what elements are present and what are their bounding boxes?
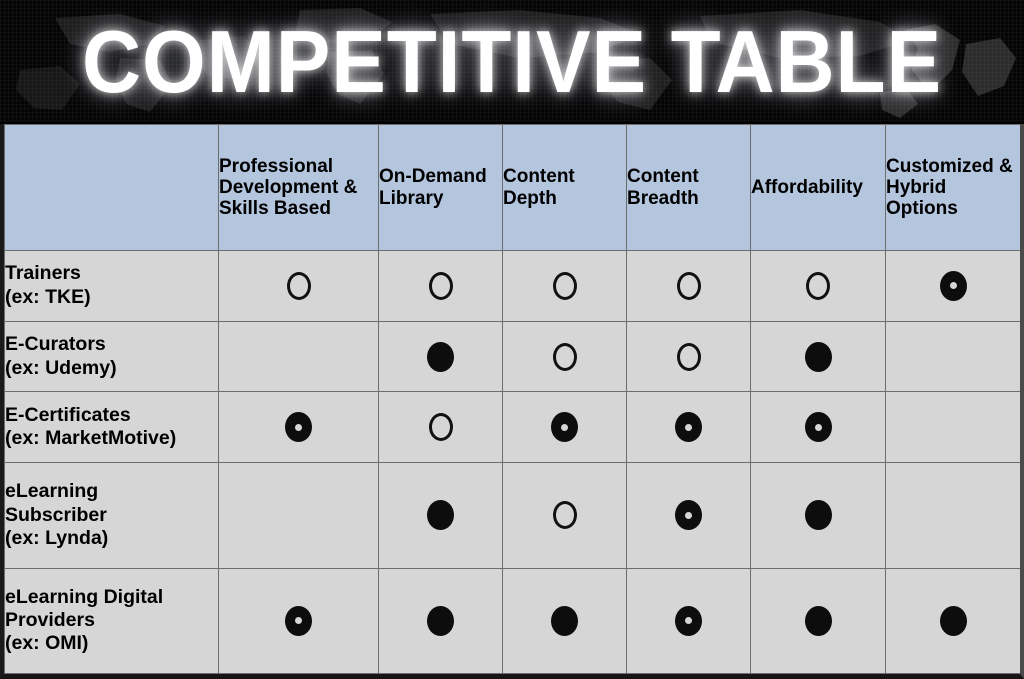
- cell-e-curators-content-breadth: [626, 320, 751, 393]
- cell-e-certificates-content-breadth: [626, 391, 751, 464]
- marker-hollow-circle-icon: [428, 271, 453, 300]
- marker-hollow-circle-icon: [552, 342, 577, 371]
- cell-trainers-content-breadth: [626, 250, 751, 322]
- cell-e-curators-on-demand-library: [378, 320, 503, 393]
- cell-e-certificates-content-depth: [502, 391, 627, 464]
- row-label-e-curators: E-Curators (ex: Udemy): [4, 320, 219, 393]
- marker-hollow-circle-icon: [806, 271, 830, 300]
- column-header-affordability: Affordability: [750, 124, 886, 251]
- marker-bullseye-circle-icon: [804, 412, 832, 443]
- marker-filled-circle-icon: [551, 605, 578, 636]
- header-corner-cell: [4, 124, 219, 251]
- marker-hollow-circle-icon: [552, 501, 577, 530]
- marker-filled-circle-icon: [939, 605, 967, 636]
- cell-trainers-affordability: [750, 250, 886, 322]
- cell-e-certificates-professional-development: [218, 391, 379, 464]
- marker-bullseye-circle-icon: [675, 605, 702, 636]
- marker-bullseye-circle-icon: [551, 412, 578, 443]
- column-header-customized-hybrid-options: Customized & Hybrid Options: [885, 124, 1020, 251]
- competitive-table-container: Professional Development & Skills Based …: [0, 124, 1024, 679]
- marker-filled-circle-icon: [804, 605, 832, 636]
- column-header-content-depth: Content Depth: [502, 124, 627, 251]
- cell-e-certificates-on-demand-library: [378, 391, 503, 464]
- marker-hollow-circle-icon: [286, 271, 311, 300]
- marker-hollow-circle-icon: [552, 271, 577, 300]
- marker-hollow-circle-icon: [676, 342, 701, 371]
- cell-elearning-subscriber-customized-hybrid-options: [885, 462, 1020, 569]
- page-title: COMPETITIVE TABLE: [82, 12, 942, 111]
- marker-filled-circle-icon: [804, 341, 832, 372]
- cell-elearning-subscriber-content-breadth: [626, 462, 751, 569]
- competitive-table: Professional Development & Skills Based …: [4, 124, 1020, 674]
- cell-elearning-digital-providers-customized-hybrid-options: [885, 567, 1020, 674]
- row-label-trainers: Trainers (ex: TKE): [4, 250, 219, 322]
- cell-elearning-subscriber-on-demand-library: [378, 462, 503, 569]
- cell-elearning-subscriber-content-depth: [502, 462, 627, 569]
- cell-elearning-subscriber-professional-development: [218, 462, 379, 569]
- cell-trainers-content-depth: [502, 250, 627, 322]
- cell-e-curators-customized-hybrid-options: [885, 320, 1020, 393]
- cell-elearning-subscriber-affordability: [750, 462, 886, 569]
- marker-bullseye-circle-icon: [939, 270, 967, 301]
- table-row: Trainers (ex: TKE): [4, 250, 1020, 322]
- row-label-elearning-subscriber: eLearning Subscriber (ex: Lynda): [4, 462, 219, 569]
- column-header-on-demand-library: On-Demand Library: [378, 124, 503, 251]
- cell-e-certificates-customized-hybrid-options: [885, 391, 1020, 464]
- table-row: eLearning Digital Providers (ex: OMI): [4, 567, 1020, 674]
- marker-hollow-circle-icon: [676, 271, 701, 300]
- cell-e-curators-professional-development: [218, 320, 379, 393]
- cell-elearning-digital-providers-on-demand-library: [378, 567, 503, 674]
- marker-filled-circle-icon: [804, 500, 832, 531]
- column-header-content-breadth: Content Breadth: [626, 124, 751, 251]
- marker-hollow-circle-icon: [428, 413, 453, 442]
- cell-elearning-digital-providers-content-breadth: [626, 567, 751, 674]
- row-label-elearning-digital-providers: eLearning Digital Providers (ex: OMI): [4, 567, 219, 674]
- table-row: E-Certificates (ex: MarketMotive): [4, 391, 1020, 464]
- cell-e-curators-affordability: [750, 320, 886, 393]
- table-row: E-Curators (ex: Udemy): [4, 320, 1020, 393]
- row-label-e-certificates: E-Certificates (ex: MarketMotive): [4, 391, 219, 464]
- cell-elearning-digital-providers-affordability: [750, 567, 886, 674]
- table-row: eLearning Subscriber (ex: Lynda): [4, 462, 1020, 569]
- marker-bullseye-circle-icon: [285, 605, 312, 636]
- cell-trainers-professional-development: [218, 250, 379, 322]
- column-header-professional-development: Professional Development & Skills Based: [218, 124, 379, 251]
- header-row: Professional Development & Skills Based …: [4, 124, 1020, 251]
- marker-filled-circle-icon: [427, 341, 454, 372]
- table-header: Professional Development & Skills Based …: [4, 124, 1020, 251]
- title-banner: COMPETITIVE TABLE: [0, 0, 1024, 124]
- marker-bullseye-circle-icon: [285, 412, 312, 443]
- cell-e-curators-content-depth: [502, 320, 627, 393]
- cell-trainers-on-demand-library: [378, 250, 503, 322]
- table-body: Trainers (ex: TKE) E-Curators (ex: Udemy…: [4, 250, 1020, 674]
- marker-filled-circle-icon: [427, 500, 454, 531]
- cell-e-certificates-affordability: [750, 391, 886, 464]
- cell-elearning-digital-providers-content-depth: [502, 567, 627, 674]
- cell-elearning-digital-providers-professional-development: [218, 567, 379, 674]
- cell-trainers-customized-hybrid-options: [885, 250, 1020, 322]
- marker-filled-circle-icon: [427, 605, 454, 636]
- competitive-table-page: COMPETITIVE TABLE Professional Developme…: [0, 0, 1024, 679]
- marker-bullseye-circle-icon: [675, 500, 702, 531]
- marker-bullseye-circle-icon: [675, 412, 702, 443]
